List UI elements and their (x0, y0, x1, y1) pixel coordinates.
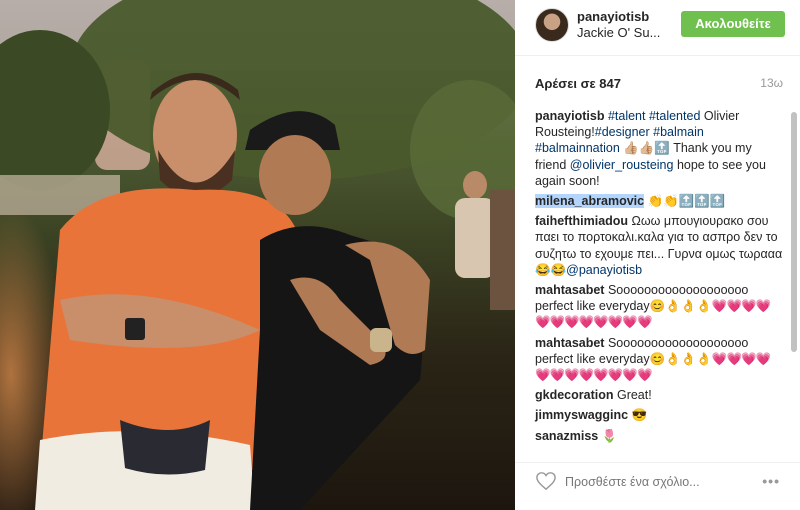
comment-username[interactable]: gkdecoration (535, 388, 614, 402)
comment-input[interactable] (565, 467, 755, 497)
list-item: jimmyswagginc 😎 (535, 407, 783, 423)
more-options-icon[interactable]: ••• (762, 473, 780, 489)
list-item: faihefthimiadou Ωωω μπουγιουρακο σου παε… (535, 213, 783, 278)
comment-username[interactable]: milena_abramovic (535, 194, 645, 209)
post-footer: ••• (515, 462, 800, 502)
caption-username[interactable]: panayiotisb (535, 109, 604, 123)
comment-username[interactable]: mahtasabet (535, 283, 604, 297)
comments-list: panayiotisb #talent #talented Olivier Ro… (535, 108, 783, 448)
photo-illustration (0, 0, 515, 510)
comment-mention[interactable]: @panayiotisb (566, 263, 642, 277)
likes-count[interactable]: Αρέσει σε 847 (535, 76, 621, 91)
post-header: panayiotisb Jackie O' Su... Ακολουθείτε (515, 0, 800, 56)
comment-text: 😎 (628, 408, 648, 423)
caption-mention[interactable]: @olivier_rousteing (570, 158, 674, 172)
comment-username[interactable]: faihefthimiadou (535, 214, 628, 228)
heart-icon[interactable] (535, 471, 557, 491)
comment-text: 🌷 (598, 428, 618, 443)
comment-username[interactable]: mahtasabet (535, 336, 604, 350)
caption-hashtags[interactable]: #talent #talented (608, 109, 700, 123)
comment-text: 👏👏🔝🔝🔝 (644, 194, 726, 209)
post-username[interactable]: panayiotisb (577, 9, 649, 24)
comment-username[interactable]: jimmyswagginc (535, 408, 628, 422)
post-sidebar: panayiotisb Jackie O' Su... Ακολουθείτε … (515, 0, 800, 510)
list-item: sanazmiss 🌷 (535, 428, 783, 444)
post-location[interactable]: Jackie O' Su... (577, 25, 660, 40)
post-timestamp: 13ω (760, 76, 783, 90)
list-item: mahtasabet Sooooooooooooooooooo perfect … (535, 282, 783, 331)
caption-emoji: 👍🏼👍🏼🔝 (619, 141, 674, 156)
follow-button[interactable]: Ακολουθείτε (681, 11, 785, 37)
caption: panayiotisb #talent #talented Olivier Ro… (535, 108, 783, 189)
list-item: milena_abramovic 👏👏🔝🔝🔝 (535, 193, 783, 209)
list-item: mahtasabet Sooooooooooooooooooo perfect … (535, 335, 783, 384)
list-item: gkdecoration Great! (535, 387, 783, 403)
comment-username[interactable]: sanazmiss (535, 429, 598, 443)
avatar[interactable] (535, 8, 569, 42)
post-photo[interactable] (0, 0, 515, 510)
comment-text: Great! (613, 388, 652, 403)
scrollbar-thumb[interactable] (791, 112, 797, 352)
comments-scrollbar[interactable] (791, 100, 797, 445)
